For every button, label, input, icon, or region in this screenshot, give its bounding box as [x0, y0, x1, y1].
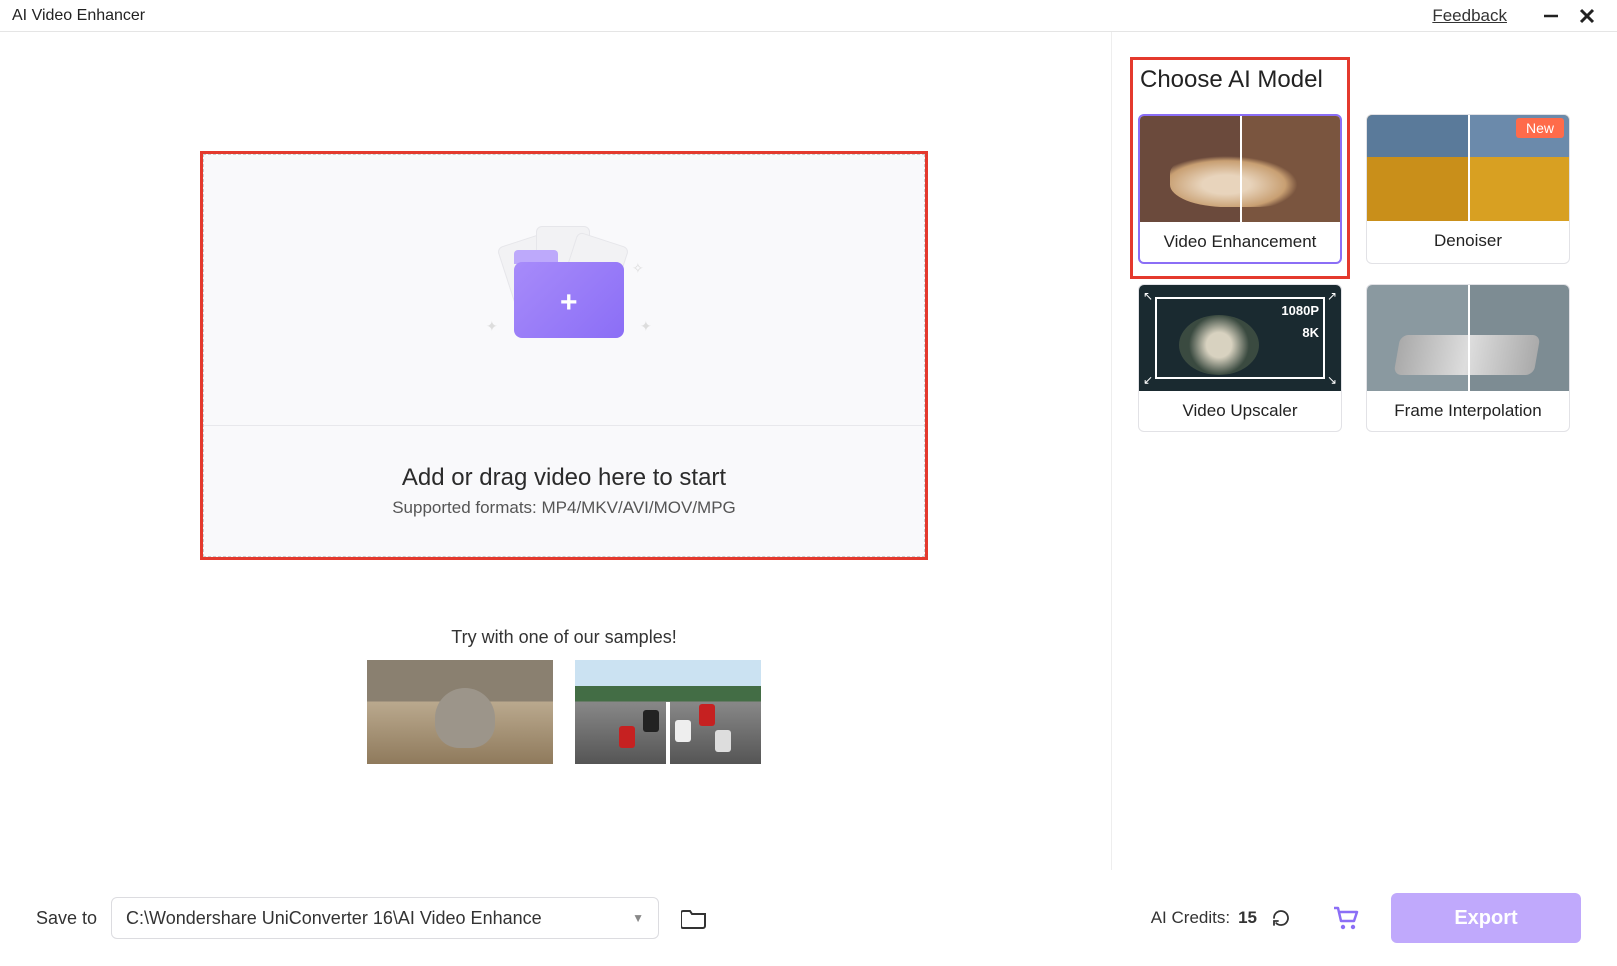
minimize-icon [1542, 7, 1560, 25]
ai-credits-value: 15 [1238, 908, 1257, 928]
ai-credits-label: AI Credits: [1151, 908, 1230, 928]
sample-video-1[interactable] [367, 660, 553, 764]
model-label: Frame Interpolation [1367, 391, 1569, 431]
model-label: Video Enhancement [1140, 222, 1340, 262]
choose-model-heading: Choose AI Model [1140, 66, 1323, 94]
refresh-credits-button[interactable] [1269, 906, 1293, 930]
dropzone-highlight: + ✦ ✦ ✧ Add or drag video here to start … [200, 151, 928, 560]
model-label: Video Upscaler [1139, 391, 1341, 431]
close-icon [1578, 7, 1596, 25]
main-area: + ✦ ✦ ✧ Add or drag video here to start … [0, 32, 1112, 870]
export-button[interactable]: Export [1391, 893, 1581, 943]
dropzone-primary-text: Add or drag video here to start [402, 464, 726, 492]
model-video-upscaler[interactable]: 1080P 8K ↖↗↙↘ Video Upscaler [1138, 284, 1342, 432]
model-thumb-frameinterp [1367, 285, 1569, 391]
model-thumb-enhancement [1140, 116, 1340, 222]
title-bar: AI Video Enhancer Feedback [0, 0, 1617, 32]
purchase-credits-button[interactable] [1329, 901, 1363, 935]
output-path-value: C:\Wondershare UniConverter 16\AI Video … [126, 908, 542, 929]
model-panel: Choose AI Model New Video Enhancement De… [1112, 32, 1617, 870]
model-frame-interpolation[interactable]: Frame Interpolation [1366, 284, 1570, 432]
footer-bar: Save to C:\Wondershare UniConverter 16\A… [0, 870, 1617, 966]
folder-icon [681, 907, 707, 929]
save-to-label: Save to [36, 908, 97, 929]
minimize-button[interactable] [1533, 2, 1569, 30]
open-folder-button[interactable] [679, 903, 709, 933]
video-dropzone[interactable]: + ✦ ✦ ✧ Add or drag video here to start … [203, 154, 925, 557]
refresh-icon [1271, 908, 1291, 928]
model-thumb-upscaler: 1080P 8K ↖↗↙↘ [1139, 285, 1341, 391]
model-video-enhancement[interactable]: New Video Enhancement [1138, 114, 1342, 264]
add-video-icon: + ✦ ✦ ✧ [464, 220, 664, 360]
feedback-link[interactable]: Feedback [1432, 6, 1507, 26]
model-label: Denoiser [1367, 221, 1569, 261]
app-title: AI Video Enhancer [12, 7, 145, 25]
chevron-down-icon: ▼ [632, 911, 644, 925]
close-button[interactable] [1569, 2, 1605, 30]
sample-video-2[interactable] [575, 660, 761, 764]
cart-icon [1332, 905, 1360, 931]
output-path-select[interactable]: C:\Wondershare UniConverter 16\AI Video … [111, 897, 659, 939]
samples-heading: Try with one of our samples! [200, 627, 928, 648]
dropzone-formats-text: Supported formats: MP4/MKV/AVI/MOV/MPG [392, 498, 736, 518]
